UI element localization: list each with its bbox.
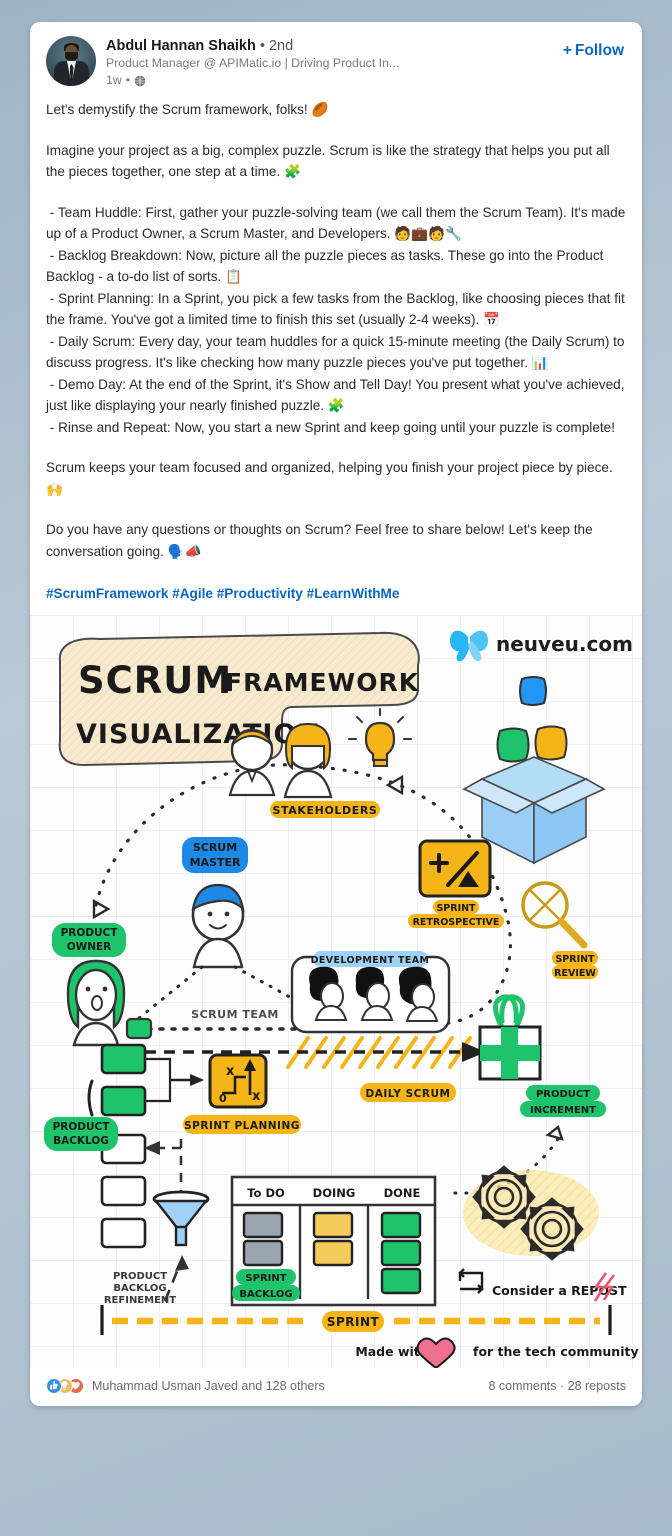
author-name[interactable]: Abdul Hannan Shaikh — [106, 38, 256, 54]
label-product-backlog-line1: PRODUCT — [53, 1121, 111, 1133]
label-product-owner-line1: PRODUCT — [61, 927, 119, 939]
board-card-done — [380, 1239, 422, 1266]
label-sprint-retrospective-line2: RETROSPECTIVE — [413, 917, 500, 928]
post-para-closing: Scrum keeps your team focused and organi… — [46, 460, 617, 497]
board-card-done — [380, 1267, 422, 1294]
label-sprint-backlog-line1: SPRINT — [245, 1273, 286, 1284]
board-card-done — [380, 1211, 422, 1238]
sprint-planning-x1: x — [226, 1064, 235, 1079]
backlog-item — [100, 1175, 147, 1206]
label-backlog-refinement-line1: PRODUCT — [113, 1271, 167, 1282]
post-bullet-3: - Sprint Planning: In a Sprint, you pick… — [46, 290, 629, 328]
post-bullet-2: - Backlog Breakdown: Now, picture all th… — [46, 247, 608, 285]
title-visualization: VISUALIZATION — [76, 719, 321, 750]
board-column-done: DONE — [384, 1186, 421, 1200]
meta-separator: • — [125, 73, 131, 87]
board-column-todo: To DO — [247, 1186, 285, 1200]
post-card: Abdul Hannan Shaikh • 2nd Product Manage… — [30, 22, 642, 1406]
author-info: Abdul Hannan Shaikh • 2nd Product Manage… — [106, 36, 555, 89]
post-bullet-1: - Team Huddle: First, gather your puzzle… — [46, 204, 630, 242]
sprint-planning-x2: x — [252, 1089, 261, 1104]
author-name-row[interactable]: Abdul Hannan Shaikh • 2nd — [106, 37, 555, 55]
label-sprint-review-line2: REVIEW — [554, 968, 596, 979]
label-product-backlog-line2: BACKLOG — [53, 1135, 109, 1147]
author-degree: • 2nd — [259, 38, 294, 54]
post-time: 1w — [106, 73, 122, 87]
label-development-team: DEVELOPMENT TEAM — [311, 955, 430, 966]
post-image-infographic[interactable]: SCRUM FRAMEWORK VISUALIZATION neuveu.com — [30, 614, 642, 1368]
follow-label: Follow — [574, 42, 624, 59]
comments-reposts-text[interactable]: 8 comments · 28 reposts — [488, 1379, 626, 1393]
board-column-doing: DOING — [313, 1186, 356, 1200]
title-framework: FRAMEWORK — [225, 668, 420, 697]
linkedin-post-page: Abdul Hannan Shaikh • 2nd Product Manage… — [0, 0, 672, 1536]
label-backlog-refinement-line3: REFINEMENT — [104, 1295, 176, 1306]
made-with-suffix: for the tech community — [473, 1344, 639, 1359]
social-counts-bar: Muhammad Usman Javed and 128 others 8 co… — [30, 1367, 642, 1406]
label-product-increment-line1: PRODUCT — [536, 1089, 590, 1100]
post-text: Let's demystify the Scrum framework, fol… — [30, 93, 642, 615]
label-sprint-backlog-line2: BACKLOG — [239, 1289, 292, 1300]
author-headline: Product Manager @ APIMatic.io | Driving … — [106, 56, 400, 70]
label-stakeholders: STAKEHOLDERS — [273, 804, 378, 817]
label-product-increment-line2: INCREMENT — [530, 1105, 596, 1116]
board-card-todo — [242, 1211, 284, 1238]
post-line-1: Let's demystify the Scrum framework, fol… — [46, 102, 329, 117]
avatar[interactable] — [46, 36, 96, 86]
post-bullet-4: - Daily Scrum: Every day, your team hudd… — [46, 333, 629, 371]
reactions-text[interactable]: Muhammad Usman Javed and 128 others — [92, 1379, 325, 1393]
like-icon — [46, 1377, 62, 1394]
post-para-2: Imagine your project as a big, complex p… — [46, 142, 614, 180]
label-scrum-team: SCRUM TEAM — [191, 1008, 279, 1021]
po-card — [125, 1017, 153, 1039]
development-team-group: DEVELOPMENT TEAM — [290, 950, 451, 1033]
brand-label: neuveu.com — [496, 632, 633, 656]
label-backlog-refinement-line2: BACKLOG — [113, 1283, 166, 1294]
post-meta: 1w • — [106, 72, 555, 89]
label-scrum-master-line2: MASTER — [190, 856, 241, 869]
label-scrum-master-line1: SCRUM — [193, 841, 237, 854]
label-sprint-planning: SPRINT PLANNING — [184, 1120, 300, 1132]
post-para-cta: Do you have any questions or thoughts on… — [46, 522, 597, 559]
post-bullet-5: - Demo Day: At the end of the Sprint, it… — [46, 376, 629, 414]
post-hashtags[interactable]: #ScrumFramework #Agile #Productivity #Le… — [46, 581, 626, 605]
title-scrum: SCRUM — [78, 659, 232, 702]
board-card-doing — [312, 1211, 354, 1238]
label-sprint-bar: SPRINT — [327, 1315, 380, 1329]
board-card-doing — [312, 1239, 354, 1266]
follow-button[interactable]: + Follow — [555, 36, 626, 60]
reactions-group[interactable]: Muhammad Usman Javed and 128 others — [46, 1377, 325, 1394]
sprint-retrospective-group: SPRINT RETROSPECTIVE — [408, 839, 504, 928]
globe-icon — [134, 75, 146, 87]
post-header: Abdul Hannan Shaikh • 2nd Product Manage… — [30, 22, 642, 93]
backlog-item — [100, 1043, 147, 1074]
scrum-framework-visualization: SCRUM FRAMEWORK VISUALIZATION neuveu.com — [30, 614, 642, 1368]
label-sprint-review-line1: SPRINT — [555, 954, 595, 965]
board-card-todo — [242, 1239, 284, 1266]
backlog-item — [100, 1217, 147, 1248]
follow-plus-icon: + — [562, 42, 572, 59]
label-daily-scrum: DAILY SCRUM — [366, 1088, 451, 1100]
label-sprint-retrospective-line1: SPRINT — [436, 903, 476, 914]
backlog-item — [100, 1085, 147, 1116]
label-product-owner-line2: OWNER — [67, 941, 112, 953]
post-bullet-6: - Rinse and Repeat: Now, you start a new… — [46, 419, 615, 435]
kanban-board: To DO DOING DONE SPRINT BACKLOG — [230, 1175, 437, 1306]
